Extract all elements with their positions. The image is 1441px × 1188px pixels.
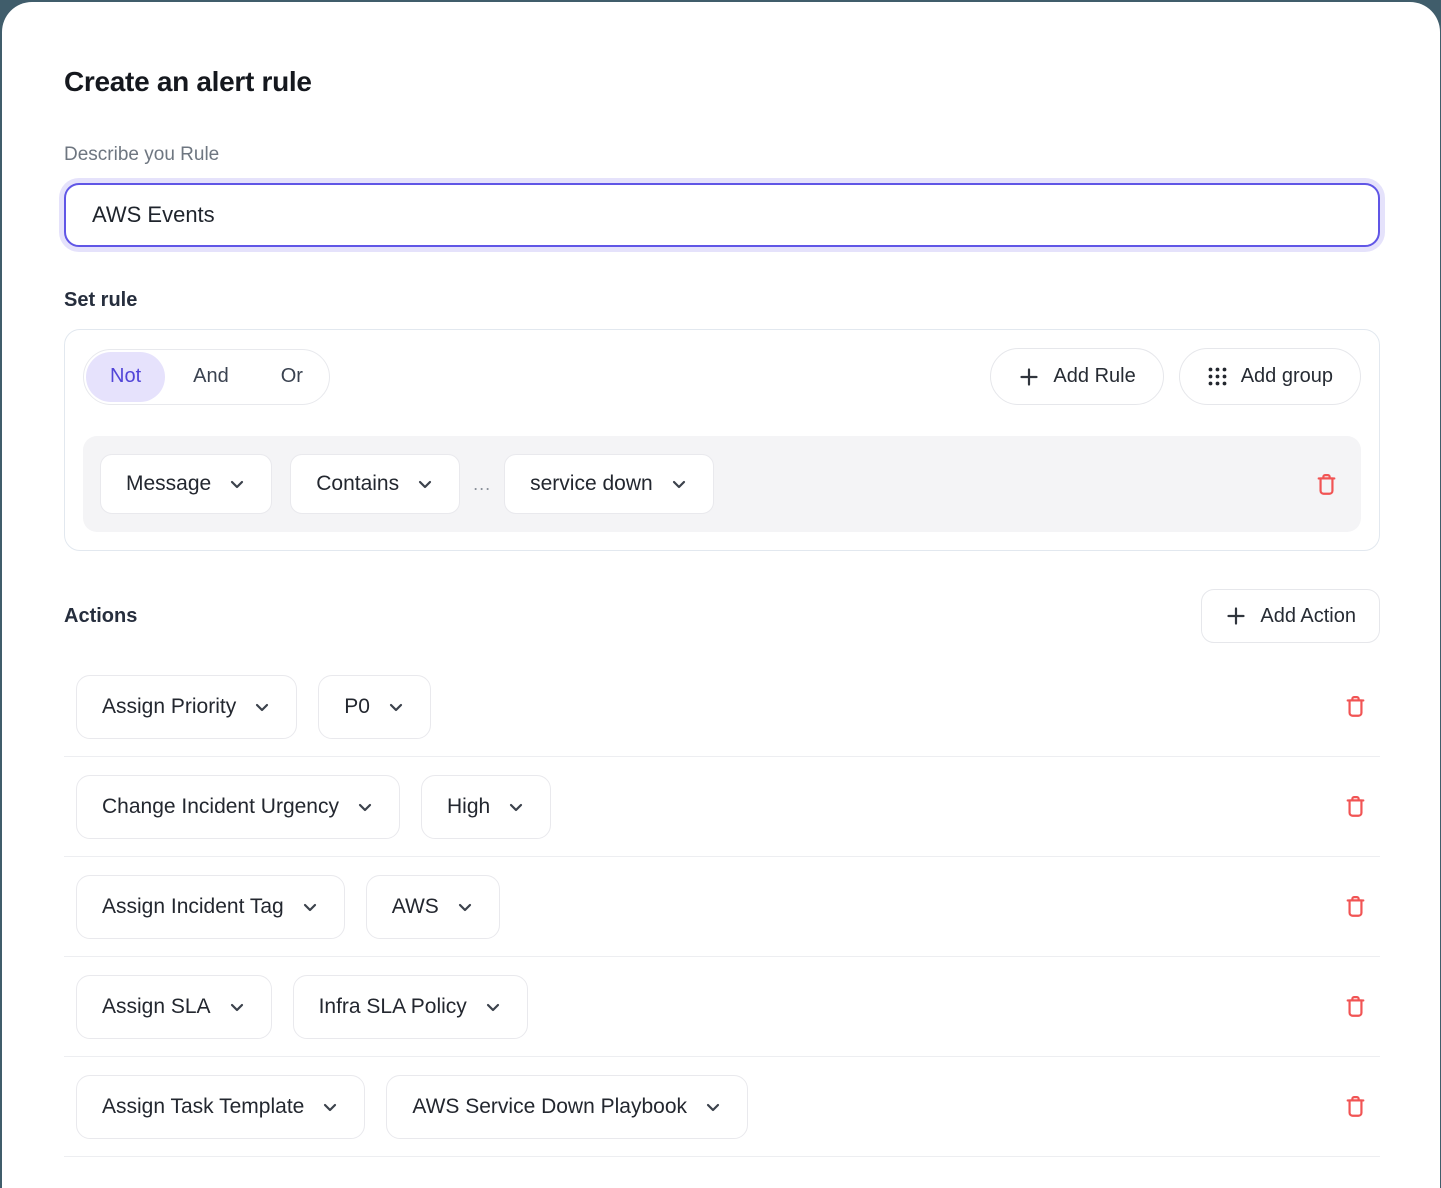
condition-separator: ... — [473, 474, 491, 495]
add-action-button[interactable]: Add Action — [1201, 589, 1380, 643]
actions-heading: Actions — [64, 605, 137, 628]
trash-icon — [1343, 1094, 1368, 1119]
trash-icon — [1343, 794, 1368, 819]
trash-icon — [1343, 994, 1368, 1019]
delete-action-button[interactable] — [1343, 894, 1368, 919]
action-value-text: P0 — [344, 695, 370, 719]
operator-and[interactable]: And — [167, 352, 255, 402]
action-type-value: Assign Incident Tag — [102, 895, 284, 919]
plus-icon — [1018, 366, 1040, 388]
condition-operator-dropdown[interactable]: Contains — [290, 454, 460, 514]
grid-icon — [1207, 366, 1228, 387]
chevron-down-icon — [387, 698, 405, 716]
action-type-value: Assign SLA — [102, 995, 211, 1019]
action-value-text: Infra SLA Policy — [319, 995, 467, 1019]
action-value-dropdown[interactable]: Infra SLA Policy — [293, 975, 528, 1039]
action-row: Assign SLA Infra SLA Policy — [64, 957, 1380, 1057]
condition-field-dropdown[interactable]: Message — [100, 454, 272, 514]
action-row: Change Incident Urgency High — [64, 757, 1380, 857]
add-group-label: Add group — [1241, 365, 1333, 388]
chevron-down-icon — [228, 475, 246, 493]
chevron-down-icon — [416, 475, 434, 493]
add-rule-button[interactable]: Add Rule — [990, 348, 1163, 405]
add-group-button[interactable]: Add group — [1179, 348, 1361, 405]
add-action-label: Add Action — [1260, 605, 1356, 628]
action-type-dropdown[interactable]: Change Incident Urgency — [76, 775, 400, 839]
action-type-value: Assign Task Template — [102, 1095, 304, 1119]
action-row: Assign Priority P0 — [64, 657, 1380, 757]
action-type-value: Assign Priority — [102, 695, 236, 719]
actions-list: Assign Priority P0 Change Incident Urgen… — [64, 657, 1380, 1157]
action-type-dropdown[interactable]: Assign Priority — [76, 675, 297, 739]
action-type-value: Change Incident Urgency — [102, 795, 339, 819]
action-row: Assign Task Template AWS Service Down Pl… — [64, 1057, 1380, 1157]
delete-action-button[interactable] — [1343, 794, 1368, 819]
operator-not[interactable]: Not — [86, 352, 165, 402]
condition-field-value: Message — [126, 472, 211, 496]
chevron-down-icon — [321, 1098, 339, 1116]
set-rule-heading: Set rule — [64, 289, 1378, 312]
delete-action-button[interactable] — [1343, 1094, 1368, 1119]
chevron-down-icon — [228, 998, 246, 1016]
chevron-down-icon — [484, 998, 502, 1016]
action-type-dropdown[interactable]: Assign SLA — [76, 975, 272, 1039]
action-value-dropdown[interactable]: P0 — [318, 675, 431, 739]
chevron-down-icon — [507, 798, 525, 816]
condition-value-text: service down — [530, 472, 653, 496]
action-type-dropdown[interactable]: Assign Incident Tag — [76, 875, 345, 939]
operator-or[interactable]: Or — [255, 352, 329, 402]
rule-name-label: Describe you Rule — [64, 144, 1378, 166]
add-rule-label: Add Rule — [1053, 365, 1135, 388]
action-type-dropdown[interactable]: Assign Task Template — [76, 1075, 365, 1139]
create-alert-rule-panel: Create an alert rule Describe you Rule S… — [2, 2, 1440, 1188]
delete-rule-button[interactable] — [1314, 472, 1339, 497]
trash-icon — [1343, 894, 1368, 919]
chevron-down-icon — [670, 475, 688, 493]
page-title: Create an alert rule — [64, 66, 1378, 98]
action-row: Assign Incident Tag AWS — [64, 857, 1380, 957]
delete-action-button[interactable] — [1343, 994, 1368, 1019]
chevron-down-icon — [456, 898, 474, 916]
rule-builder: Not And Or Add Rule Add group Message — [64, 329, 1380, 551]
operator-toggle-group: Not And Or — [83, 349, 330, 405]
action-value-dropdown[interactable]: High — [421, 775, 551, 839]
rule-name-input[interactable] — [64, 183, 1380, 247]
chevron-down-icon — [253, 698, 271, 716]
action-value-dropdown[interactable]: AWS — [366, 875, 500, 939]
action-value-dropdown[interactable]: AWS Service Down Playbook — [386, 1075, 748, 1139]
trash-icon — [1314, 472, 1339, 497]
delete-action-button[interactable] — [1343, 694, 1368, 719]
rule-condition-row: Message Contains ... service down — [83, 436, 1361, 532]
chevron-down-icon — [356, 798, 374, 816]
chevron-down-icon — [704, 1098, 722, 1116]
action-value-text: AWS Service Down Playbook — [412, 1095, 687, 1119]
trash-icon — [1343, 694, 1368, 719]
plus-icon — [1225, 605, 1247, 627]
action-value-text: AWS — [392, 895, 439, 919]
condition-value-dropdown[interactable]: service down — [504, 454, 714, 514]
action-value-text: High — [447, 795, 490, 819]
chevron-down-icon — [301, 898, 319, 916]
condition-operator-value: Contains — [316, 472, 399, 496]
